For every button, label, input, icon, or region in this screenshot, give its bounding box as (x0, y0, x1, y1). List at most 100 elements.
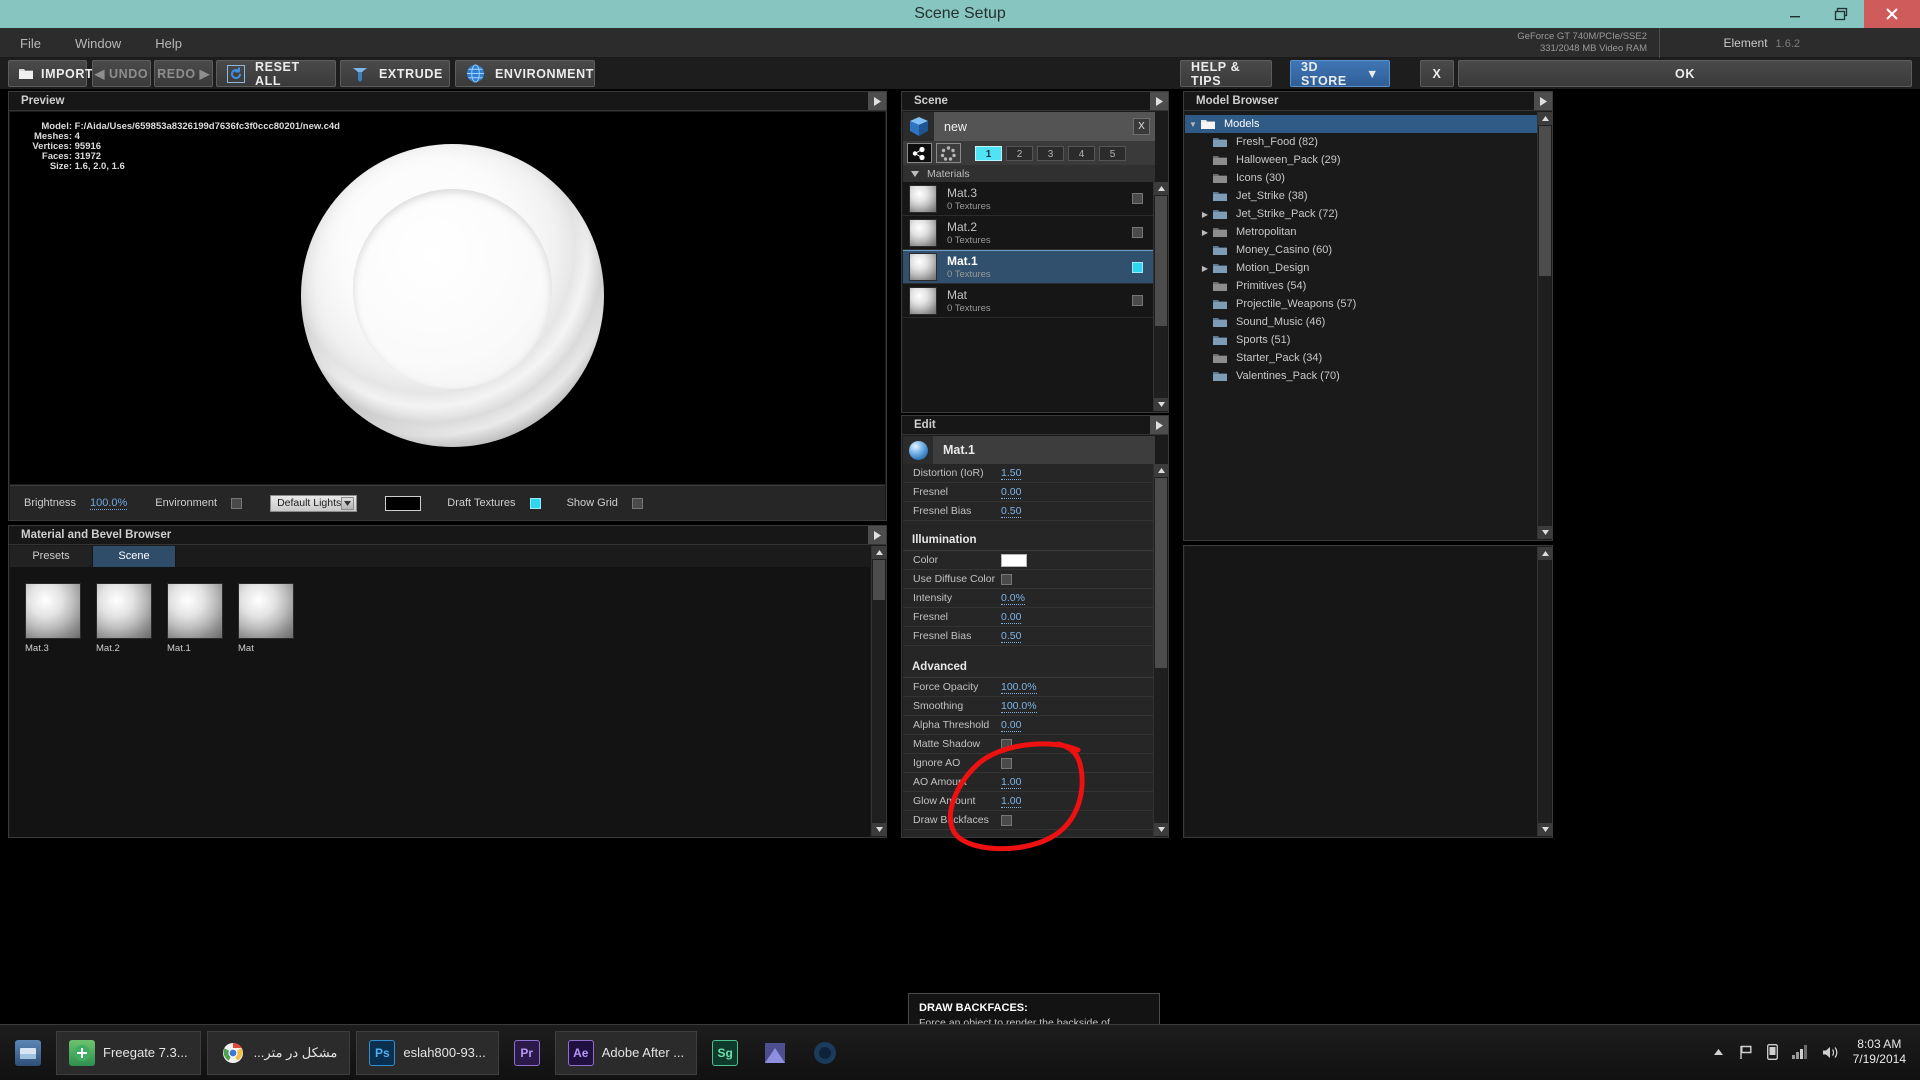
taskbar-item-chrome[interactable]: مشکل در متر... (207, 1031, 351, 1075)
chevron-up-icon[interactable] (1713, 1048, 1724, 1056)
property-row[interactable]: Glow Amount 1.00 (903, 792, 1155, 811)
scrollbar-thumb[interactable] (1155, 478, 1167, 668)
tree-item-halloween-pack[interactable]: Halloween_Pack (29) (1185, 151, 1539, 169)
taskbar-item-after-effects[interactable]: Ae Adobe After ... (555, 1031, 697, 1075)
material-browser-scrollbar[interactable] (871, 546, 885, 836)
help-tips-button[interactable]: HELP & TIPS (1180, 60, 1272, 87)
tree-item-projectile-weapons[interactable]: Projectile_Weapons (57) (1185, 295, 1539, 313)
property-row[interactable]: Ignore AO (903, 754, 1155, 773)
model-preview-scrollbar[interactable] (1537, 547, 1551, 836)
tree-item-icons[interactable]: Icons (30) (1185, 169, 1539, 187)
preview-expand-icon[interactable] (868, 92, 886, 110)
scene-material-row[interactable]: Mat 0 Textures (903, 284, 1155, 318)
ignore-ao-checkbox[interactable] (1001, 758, 1012, 769)
material-thumb[interactable]: Mat (238, 583, 294, 654)
property-value[interactable]: 1.00 (1001, 776, 1021, 789)
triangle-right-icon[interactable]: ▶ (1197, 210, 1213, 219)
property-row[interactable]: Matte Shadow (903, 735, 1155, 754)
property-value[interactable]: 0.00 (1001, 719, 1021, 732)
tree-item-fresh-food[interactable]: Fresh_Food (82) (1185, 133, 1539, 151)
group-mode-icon[interactable] (907, 143, 932, 163)
particle-mode-icon[interactable] (936, 143, 961, 163)
tree-item-jet-strike-pack[interactable]: ▶ Jet_Strike_Pack (72) (1185, 205, 1539, 223)
taskbar-item-premiere[interactable]: Pr (505, 1031, 549, 1075)
property-value[interactable]: 0.00 (1001, 611, 1021, 624)
scene-group-tab-2[interactable]: 2 (1006, 146, 1033, 161)
edit-panel-scrollbar[interactable] (1153, 464, 1167, 836)
tree-item-valentines-pack[interactable]: Valentines_Pack (70) (1185, 367, 1539, 385)
scrollbar-thumb[interactable] (873, 560, 885, 600)
triangle-down-icon[interactable]: ▼ (1185, 120, 1201, 129)
import-button[interactable]: IMPORT (8, 60, 87, 87)
network-icon[interactable] (1792, 1045, 1808, 1059)
property-value[interactable]: 0.0% (1001, 592, 1025, 605)
taskbar-item-app[interactable] (753, 1031, 797, 1075)
material-visibility-checkbox[interactable] (1132, 193, 1143, 204)
model-browser-tree[interactable]: ▼ Models Fresh_Food (82) Halloween_Pack … (1185, 112, 1539, 540)
model-browser-scrollbar[interactable] (1537, 112, 1551, 539)
tree-item-starter-pack[interactable]: Starter_Pack (34) (1185, 349, 1539, 367)
property-row[interactable]: Fresnel Bias 0.50 (903, 627, 1155, 646)
extrude-button[interactable]: EXTRUDE (340, 60, 450, 87)
model-browser-expand-icon[interactable] (1534, 92, 1552, 110)
material-browser-expand-icon[interactable] (868, 526, 886, 544)
property-value[interactable]: 1.00 (1001, 795, 1021, 808)
tree-item-sports[interactable]: Sports (51) (1185, 331, 1539, 349)
scroll-up-icon[interactable] (1154, 182, 1168, 195)
tree-item-motion-design[interactable]: ▶ Motion_Design (1185, 259, 1539, 277)
matte-shadow-checkbox[interactable] (1001, 739, 1012, 750)
taskbar-item-speedgrade[interactable]: Sg (703, 1031, 747, 1075)
show-grid-checkbox[interactable] (632, 498, 643, 509)
clock[interactable]: 8:03 AM 7/19/2014 (1853, 1037, 1906, 1067)
undo-button[interactable]: ◀ UNDO (92, 60, 151, 87)
scene-material-row-selected[interactable]: Mat.1 0 Textures (903, 250, 1155, 284)
redo-button[interactable]: REDO ▶ (154, 60, 213, 87)
property-row[interactable]: Use Diffuse Color (903, 570, 1155, 589)
scene-object-close-button[interactable]: X (1133, 118, 1150, 135)
restore-icon[interactable] (1818, 0, 1864, 28)
scene-list-scrollbar[interactable] (1153, 182, 1167, 411)
scene-expand-icon[interactable] (1150, 92, 1168, 110)
scroll-up-icon[interactable] (1154, 464, 1168, 477)
tree-item-primitives[interactable]: Primitives (54) (1185, 277, 1539, 295)
materials-section-header[interactable]: Materials (903, 165, 1155, 182)
environment-button[interactable]: ENVIRONMENT (455, 60, 595, 87)
scene-group-tab-3[interactable]: 3 (1037, 146, 1064, 161)
material-visibility-checkbox[interactable] (1132, 295, 1143, 306)
scene-group-tab-5[interactable]: 5 (1099, 146, 1126, 161)
scroll-down-icon[interactable] (1154, 398, 1168, 411)
flag-icon[interactable] (1738, 1045, 1753, 1060)
property-row[interactable]: Intensity 0.0% (903, 589, 1155, 608)
material-thumbnail-list[interactable]: Mat.3 Mat.2 Mat.1 Mat (10, 567, 870, 837)
material-thumb[interactable]: Mat.1 (167, 583, 223, 654)
property-value[interactable]: 100.0% (1001, 681, 1037, 694)
tree-item-sound-music[interactable]: Sound_Music (46) (1185, 313, 1539, 331)
property-row[interactable]: Distortion (IoR) 1.50 (903, 464, 1155, 483)
preview-viewport[interactable]: Model: F:/Aida/Uses/659853a8326199d7636f… (10, 112, 885, 484)
taskbar-item-circle-app[interactable] (803, 1031, 847, 1075)
property-row[interactable]: Alpha Threshold 0.00 (903, 716, 1155, 735)
brightness-value[interactable]: 100.0% (90, 497, 127, 510)
taskbar-item-photoshop[interactable]: Ps eslah800-93... (356, 1031, 498, 1075)
triangle-right-icon[interactable]: ▶ (1197, 228, 1213, 237)
material-visibility-checkbox[interactable] (1132, 262, 1143, 273)
draw-backfaces-checkbox[interactable] (1001, 815, 1012, 826)
scene-material-row[interactable]: Mat.3 0 Textures (903, 182, 1155, 216)
reset-all-button[interactable]: RESET ALL (216, 60, 336, 87)
scrollbar-thumb[interactable] (1539, 126, 1551, 276)
property-value[interactable]: 100.0% (1001, 700, 1037, 713)
property-value[interactable]: 0.00 (1001, 486, 1021, 499)
triangle-right-icon[interactable]: ▶ (1197, 264, 1213, 273)
property-row[interactable]: Fresnel Bias 0.50 (903, 502, 1155, 521)
lights-select[interactable]: Default Lights (270, 495, 357, 512)
minimize-icon[interactable] (1772, 0, 1818, 28)
menu-item-file[interactable]: File (14, 34, 47, 53)
background-color-swatch[interactable] (385, 496, 421, 511)
scroll-down-icon[interactable] (1538, 526, 1552, 539)
scroll-up-icon[interactable] (1538, 112, 1552, 125)
scroll-up-icon[interactable] (872, 546, 886, 559)
property-row[interactable]: Draw Backfaces (903, 811, 1155, 830)
property-row[interactable]: Color (903, 551, 1155, 570)
property-value[interactable]: 0.50 (1001, 505, 1021, 518)
material-visibility-checkbox[interactable] (1132, 227, 1143, 238)
